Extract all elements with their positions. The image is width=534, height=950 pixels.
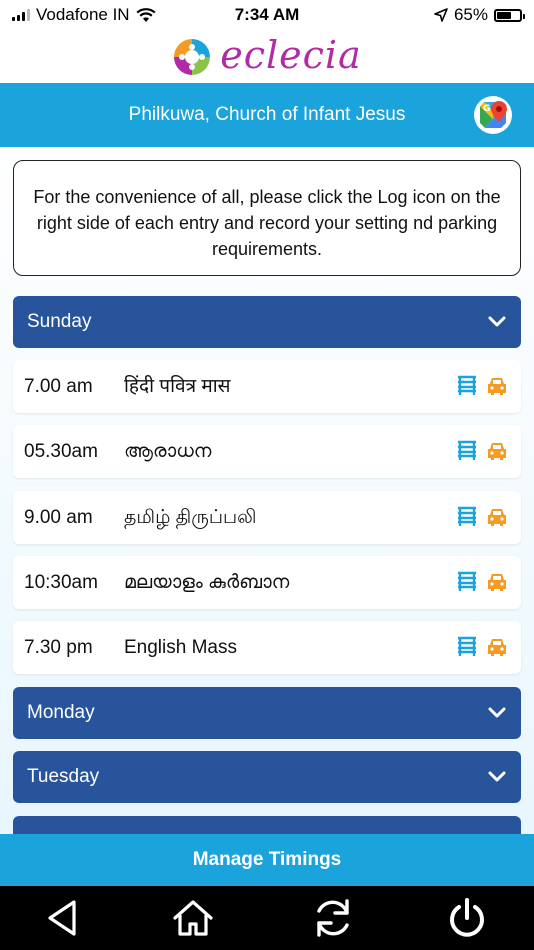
- car-icon[interactable]: [485, 374, 509, 398]
- mass-time: 7.30 pm: [24, 637, 93, 658]
- mass-row[interactable]: 7.30 pm English Mass: [13, 621, 521, 674]
- car-icon[interactable]: [485, 635, 509, 659]
- chevron-down-icon: [488, 771, 506, 782]
- day-label: Monday: [27, 702, 95, 723]
- bench-icon[interactable]: [455, 374, 479, 398]
- day-label: Sunday: [27, 311, 92, 332]
- day-header-monday[interactable]: Monday: [13, 687, 521, 739]
- back-icon[interactable]: [42, 896, 86, 940]
- bench-icon[interactable]: [455, 570, 479, 594]
- mass-name: ആരാധന: [124, 441, 212, 462]
- refresh-icon[interactable]: [311, 896, 355, 940]
- bench-icon[interactable]: [455, 635, 479, 659]
- mass-name: हिंदी पवित्र मास: [124, 376, 231, 397]
- home-icon[interactable]: [171, 896, 215, 940]
- day-header-partial[interactable]: [13, 816, 521, 834]
- car-icon[interactable]: [485, 505, 509, 529]
- day-header-sunday[interactable]: Sunday: [13, 296, 521, 348]
- car-icon[interactable]: [485, 570, 509, 594]
- status-right: 65%: [434, 5, 525, 25]
- car-icon[interactable]: [485, 439, 509, 463]
- mass-name: English Mass: [124, 637, 237, 658]
- logo-bar: eclecia: [0, 30, 534, 83]
- google-maps-button[interactable]: G: [474, 96, 512, 134]
- app-logo-text: eclecia: [220, 32, 362, 77]
- power-icon[interactable]: [445, 896, 489, 940]
- bottom-nav-bar: [0, 886, 534, 950]
- battery-icon: [494, 8, 525, 22]
- bench-icon[interactable]: [455, 505, 479, 529]
- battery-percent: 65%: [453, 5, 488, 24]
- mass-row[interactable]: 05.30am ആരാധന: [13, 425, 521, 478]
- mass-time: 10:30am: [24, 572, 98, 593]
- google-maps-icon: G: [475, 97, 511, 133]
- mass-row[interactable]: 7.00 am हिंदी पवित्र मास: [13, 360, 521, 413]
- eclecia-logo-icon: [174, 38, 211, 75]
- bench-icon[interactable]: [455, 439, 479, 463]
- content-area[interactable]: For the convenience of all, please click…: [0, 147, 534, 834]
- day-header-tuesday[interactable]: Tuesday: [13, 751, 521, 803]
- svg-text:G: G: [483, 104, 490, 114]
- mass-name: தமிழ் திருப்பலி: [124, 507, 257, 528]
- chevron-down-icon: [488, 707, 506, 718]
- mass-time: 7.00 am: [24, 376, 93, 397]
- mass-row[interactable]: 10:30am മലയാളം കുർബാന: [13, 556, 521, 609]
- status-bar: Vodafone IN 7:34 AM 65%: [0, 0, 534, 30]
- mass-time: 9.00 am: [24, 507, 93, 528]
- mass-name: മലയാളം കുർബാന: [124, 572, 290, 593]
- day-label: Tuesday: [27, 766, 100, 787]
- manage-timings-button[interactable]: Manage Timings: [0, 834, 534, 886]
- battery-fill: [497, 11, 512, 19]
- mass-time: 05.30am: [24, 441, 98, 462]
- church-title: Philkuwa, Church of Infant Jesus: [128, 104, 406, 125]
- location-arrow-icon: [434, 8, 448, 22]
- chevron-down-icon: [488, 316, 506, 327]
- title-bar: Philkuwa, Church of Infant Jesus G: [0, 83, 534, 147]
- notice-box: For the convenience of all, please click…: [13, 160, 521, 276]
- mass-row[interactable]: 9.00 am தமிழ் திருப்பலி: [13, 491, 521, 544]
